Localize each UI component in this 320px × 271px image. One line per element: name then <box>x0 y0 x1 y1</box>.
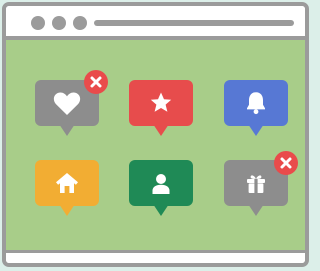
user-tile[interactable] <box>129 160 193 218</box>
remove-heart-button[interactable] <box>84 70 108 94</box>
star-icon <box>129 80 193 126</box>
window-control-dot[interactable] <box>52 16 66 30</box>
address-bar[interactable] <box>94 20 294 26</box>
home-tile[interactable] <box>35 160 99 218</box>
window-control-dot[interactable] <box>73 16 87 30</box>
bell-tile[interactable] <box>224 80 288 138</box>
home-icon <box>35 160 99 206</box>
close-icon <box>280 157 292 169</box>
window-bottom-bar <box>6 250 305 263</box>
window-titlebar <box>6 6 305 40</box>
star-tile[interactable] <box>129 80 193 138</box>
close-icon <box>90 76 102 88</box>
bell-icon <box>224 80 288 126</box>
window-content <box>6 40 305 250</box>
remove-gift-button[interactable] <box>274 151 298 175</box>
window-control-dot[interactable] <box>31 16 45 30</box>
user-icon <box>129 160 193 206</box>
